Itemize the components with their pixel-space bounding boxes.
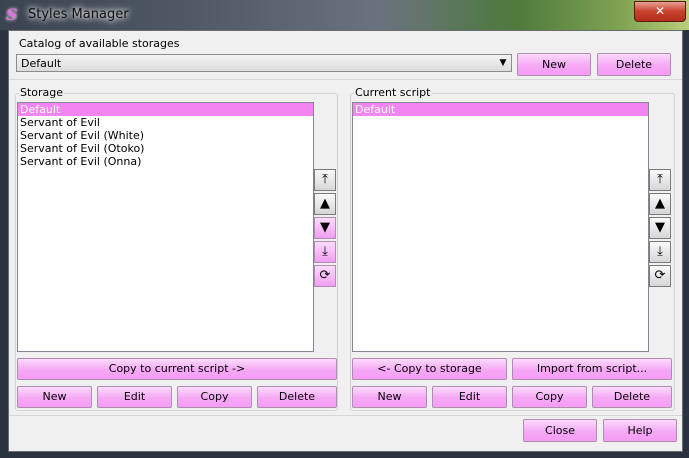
storage-move-up-button[interactable]: ▲ (314, 193, 336, 215)
script-edit-button[interactable]: Edit (432, 386, 507, 408)
script-move-up-button[interactable]: ▲ (649, 193, 671, 215)
storage-edit-label: Edit (123, 390, 146, 403)
move-down-icon: ▼ (320, 220, 330, 235)
storage-new-label: New (42, 390, 67, 403)
script-copy-label: Copy (535, 390, 564, 403)
move-bottom-icon: ⤓ (657, 244, 663, 259)
close-icon: ✕ (654, 4, 666, 18)
section-divider (9, 79, 682, 80)
storage-delete-label: Delete (278, 390, 316, 403)
list-item[interactable]: Default (353, 103, 648, 116)
title-bar: S Styles Manager ✕ (0, 0, 689, 30)
move-up-icon: ▲ (320, 196, 330, 211)
dialog-body: Catalog of available storages Default ▼ … (8, 30, 683, 452)
chevron-down-icon: ▼ (499, 58, 507, 68)
sort-icon: ⟳ (319, 268, 331, 283)
storage-label: Storage (19, 86, 65, 99)
list-item[interactable]: Servant of Evil (White) (18, 129, 313, 142)
copy-to-current-script-label: Copy to current script -> (108, 362, 246, 375)
script-move-top-button[interactable]: ⤒ (649, 169, 671, 191)
catalog-label: Catalog of available storages (19, 37, 180, 50)
script-new-button[interactable]: New (352, 386, 427, 408)
app-icon: S (6, 5, 18, 24)
storage-edit-button[interactable]: Edit (97, 386, 172, 408)
storage-listbox[interactable]: Default Servant of Evil Servant of Evil … (17, 102, 314, 352)
close-label: Close (545, 424, 575, 437)
script-move-down-button[interactable]: ▼ (649, 217, 671, 239)
catalog-delete-button[interactable]: Delete (597, 53, 671, 76)
move-down-icon: ▼ (655, 220, 665, 235)
storage-delete-button[interactable]: Delete (257, 386, 337, 408)
script-sort-button[interactable]: ⟳ (649, 265, 671, 287)
script-copy-button[interactable]: Copy (512, 386, 587, 408)
current-script-label: Current script (354, 86, 432, 99)
move-top-icon: ⤒ (657, 172, 663, 187)
storage-move-top-button[interactable]: ⤒ (314, 169, 336, 191)
catalog-new-label: New (542, 58, 566, 71)
import-from-script-label: Import from script... (536, 362, 648, 375)
copy-to-current-script-button[interactable]: Copy to current script -> (17, 358, 337, 380)
storage-new-button[interactable]: New (17, 386, 92, 408)
script-new-label: New (377, 390, 402, 403)
storage-sort-button[interactable]: ⟳ (314, 265, 336, 287)
close-button[interactable]: Close (523, 419, 597, 442)
move-bottom-icon: ⤓ (322, 244, 328, 259)
import-from-script-button[interactable]: Import from script... (512, 358, 672, 380)
current-script-listbox[interactable]: Default (352, 102, 649, 352)
storage-move-bottom-button[interactable]: ⤓ (314, 241, 336, 263)
window-close-button[interactable]: ✕ (634, 1, 686, 22)
storage-copy-label: Copy (200, 390, 229, 403)
help-button[interactable]: Help (603, 419, 677, 442)
storage-move-down-button[interactable]: ▼ (314, 217, 336, 239)
storage-copy-button[interactable]: Copy (177, 386, 252, 408)
move-top-icon: ⤒ (322, 172, 328, 187)
script-delete-label: Delete (613, 390, 651, 403)
catalog-dropdown[interactable]: Default ▼ (16, 54, 512, 72)
copy-to-storage-label: <- Copy to storage (377, 362, 482, 375)
catalog-selected-value: Default (21, 57, 62, 70)
list-item[interactable]: Servant of Evil (Otoko) (18, 142, 313, 155)
window-title: Styles Manager (28, 7, 129, 22)
list-item[interactable]: Servant of Evil (Onna) (18, 155, 313, 168)
move-up-icon: ▲ (655, 196, 665, 211)
help-label: Help (627, 424, 653, 437)
script-edit-label: Edit (458, 390, 481, 403)
catalog-new-button[interactable]: New (517, 53, 591, 76)
list-item[interactable]: Default (18, 103, 313, 116)
footer-divider (9, 415, 682, 416)
sort-icon: ⟳ (654, 268, 666, 283)
script-move-bottom-button[interactable]: ⤓ (649, 241, 671, 263)
catalog-delete-label: Delete (615, 58, 653, 71)
copy-to-storage-button[interactable]: <- Copy to storage (352, 358, 507, 380)
script-delete-button[interactable]: Delete (592, 386, 672, 408)
list-item[interactable]: Servant of Evil (18, 116, 313, 129)
